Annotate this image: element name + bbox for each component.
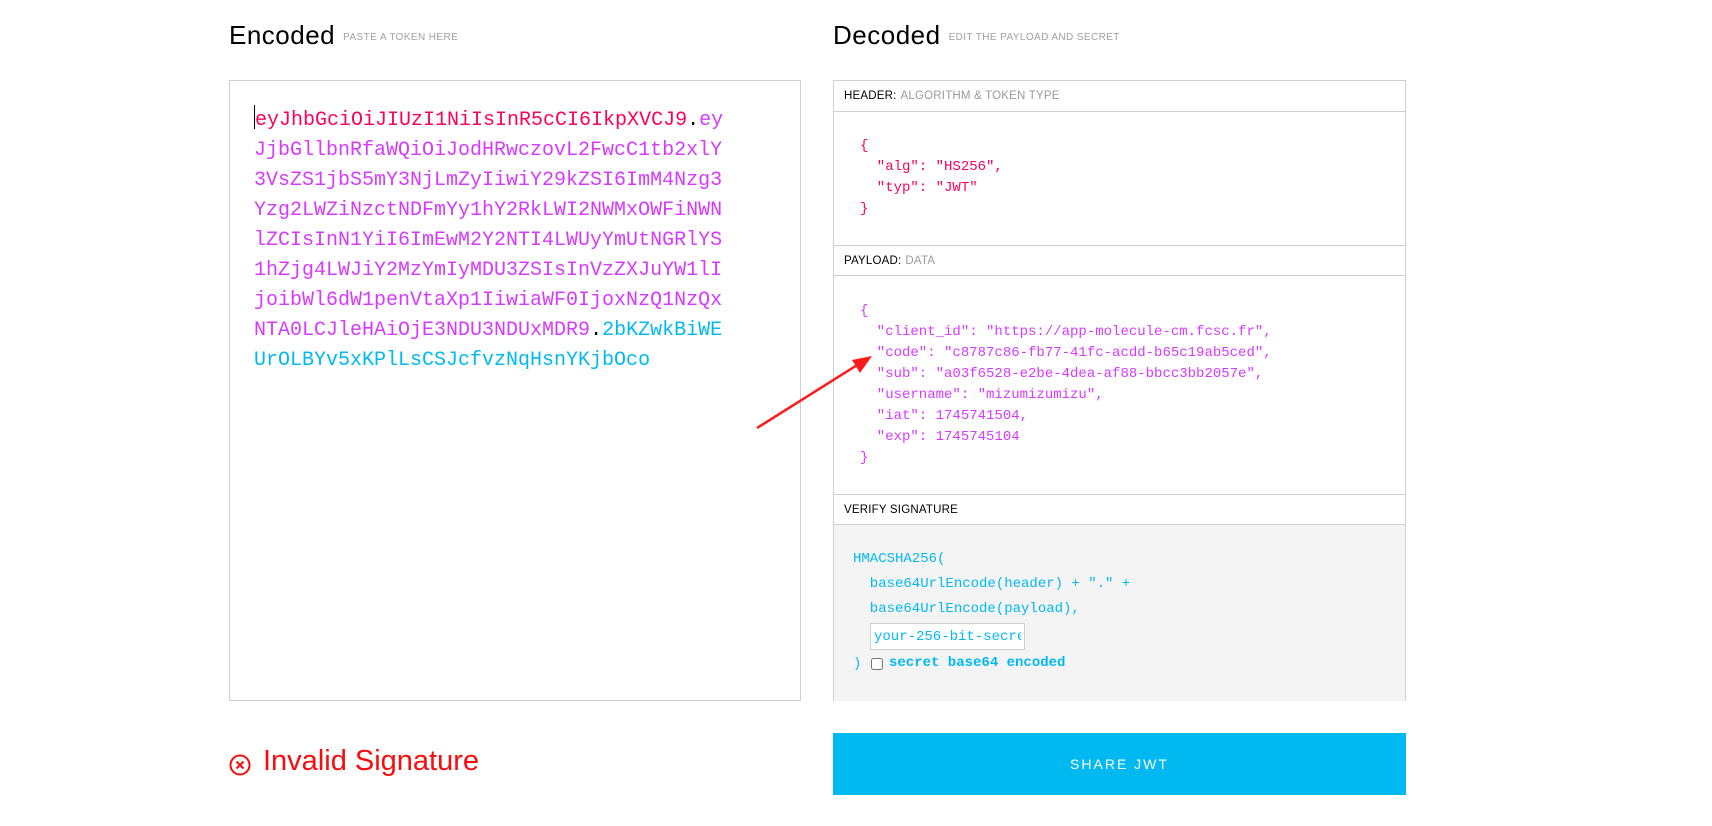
encoded-title: Encoded PASTE A TOKEN HERE: [229, 20, 458, 51]
share-jwt-button[interactable]: SHARE JWT: [833, 733, 1406, 795]
base64-checkbox-label[interactable]: secret base64 encoded: [889, 655, 1065, 671]
verify-line-2: base64UrlEncode(header) + "." +: [853, 576, 1131, 592]
verify-line-1: HMACSHA256(: [853, 551, 946, 567]
encoded-heading: Encoded: [229, 20, 336, 50]
payload-desc: DATA: [905, 255, 936, 267]
encoded-subtitle: PASTE A TOKEN HERE: [343, 31, 459, 43]
token-text[interactable]: eyJhbGciOiJIUzI1NiIsInR5cCI6IkpXVCJ9.eyJ…: [254, 105, 734, 376]
token-payload-part: eyJjbGllbnRfaWQiOiJodHRwczovL2FwcC1tb2xl…: [254, 109, 724, 342]
verify-section-title[interactable]: VERIFY SIGNATURE: [834, 494, 1405, 525]
payload-json-editor[interactable]: { "client_id": "https://app-molecule-cm.…: [860, 301, 1272, 469]
decoded-title: Decoded EDIT THE PAYLOAD AND SECRET: [833, 20, 1120, 51]
signature-status: Invalid Signature: [229, 745, 479, 778]
payload-section-title[interactable]: PAYLOAD: DATA: [834, 245, 1405, 276]
header-section-title[interactable]: HEADER: ALGORITHM & TOKEN TYPE: [834, 81, 1405, 112]
decoded-panel: HEADER: ALGORITHM & TOKEN TYPE { "alg": "…: [833, 80, 1406, 701]
token-header-part: eyJhbGciOiJIUzI1NiIsInR5cCI6IkpXVCJ9: [255, 109, 688, 132]
verify-line-3: base64UrlEncode(payload),: [853, 601, 1080, 617]
verify-label: VERIFY SIGNATURE: [844, 504, 958, 516]
invalid-signature-text: Invalid Signature: [263, 745, 480, 777]
token-dot-2: .: [590, 319, 603, 342]
verify-close-paren: ): [853, 656, 862, 672]
token-dot-1: .: [687, 109, 700, 132]
header-desc: ALGORITHM & TOKEN TYPE: [900, 90, 1060, 102]
header-label: HEADER:: [844, 90, 897, 102]
verify-signature-area: HMACSHA256( base64UrlEncode(header) + ".…: [834, 525, 1405, 701]
encoded-token-editor[interactable]: eyJhbGciOiJIUzI1NiIsInR5cCI6IkpXVCJ9.eyJ…: [229, 80, 801, 701]
x-circle-icon: [229, 751, 251, 775]
secret-input[interactable]: [870, 623, 1025, 650]
decoded-subtitle: EDIT THE PAYLOAD AND SECRET: [948, 31, 1120, 43]
decoded-heading: Decoded: [833, 20, 941, 50]
payload-label: PAYLOAD:: [844, 255, 902, 267]
header-json-editor[interactable]: { "alg": "HS256", "typ": "JWT" }: [860, 136, 1003, 220]
base64-checkbox[interactable]: [871, 658, 883, 670]
